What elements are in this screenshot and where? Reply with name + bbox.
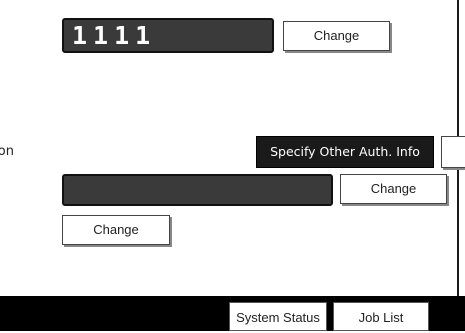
settings-panel: 1111 Change on Specify Other Auth. Info … (0, 0, 465, 331)
system-status-button[interactable]: System Status (229, 302, 327, 331)
job-list-button[interactable]: Job List (333, 302, 429, 331)
specify-other-auth-info-button[interactable]: Specify Other Auth. Info (256, 136, 434, 168)
secondary-value-field[interactable] (62, 174, 333, 206)
change-tertiary-button[interactable]: Change (62, 215, 170, 245)
user-code-field[interactable]: 1111 (62, 18, 274, 53)
change-secondary-button[interactable]: Change (340, 174, 447, 204)
partially-visible-button[interactable] (441, 136, 465, 168)
truncated-setting-label: on (0, 144, 14, 159)
change-user-code-button[interactable]: Change (283, 21, 390, 51)
